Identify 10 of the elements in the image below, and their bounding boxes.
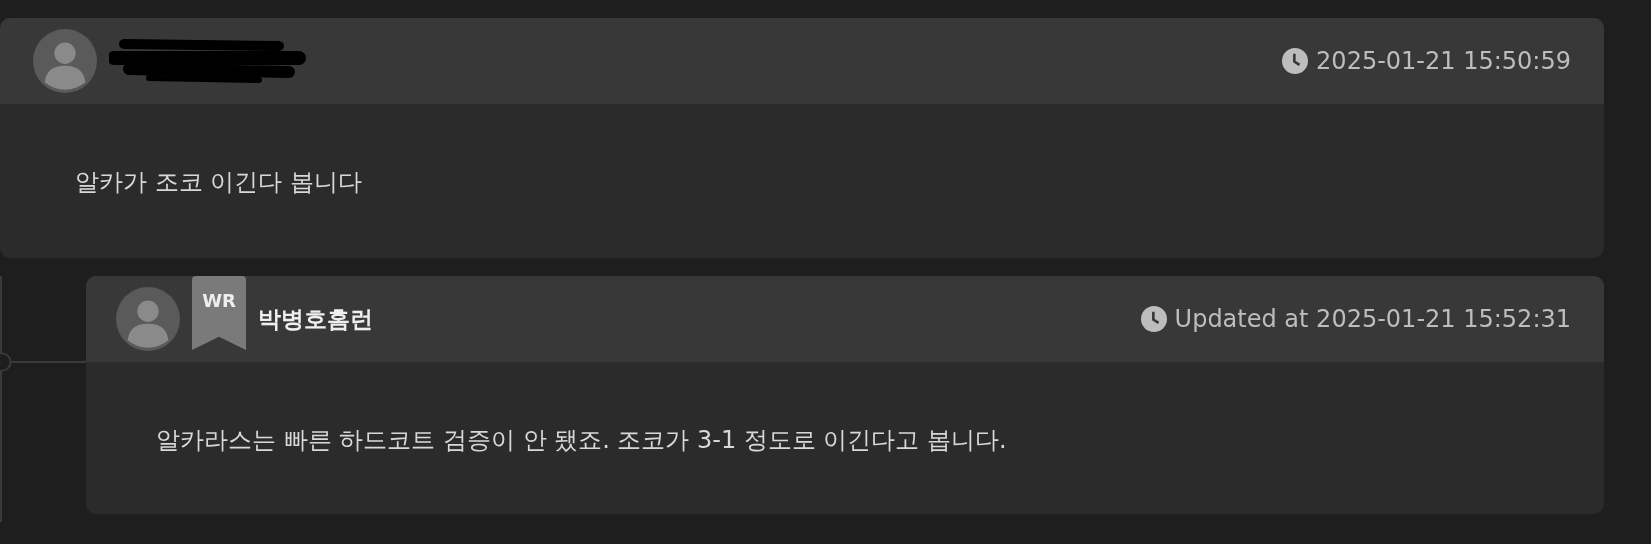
- comment-text: 알카가 조코 이긴다 봅니다: [75, 167, 363, 198]
- avatar-icon: [33, 29, 97, 93]
- comment-text: 알카라스는 빠른 하드코트 검증이 안 됐죠. 조코가 3-1 정도로 이긴다고 봅니다.: [156, 425, 1008, 456]
- avatar-icon: [116, 287, 180, 351]
- author-name[interactable]: 박병호홈런: [258, 303, 373, 335]
- writer-badge: WR: [192, 276, 246, 350]
- timestamp: 2025-01-21 15:50:59: [1316, 47, 1571, 75]
- clock-icon: [1140, 306, 1167, 332]
- timestamp: Updated at 2025-01-21 15:52:31: [1174, 305, 1571, 333]
- clock-icon: [1282, 48, 1309, 74]
